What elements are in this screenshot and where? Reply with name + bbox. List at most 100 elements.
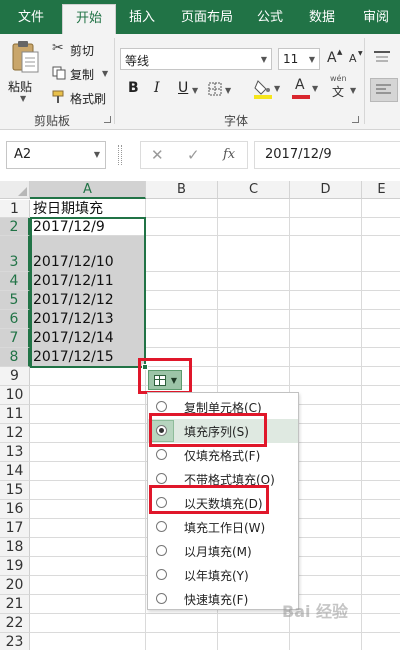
caret-down-icon: ▼ xyxy=(358,50,363,57)
row-header-10[interactable]: 10 xyxy=(0,386,30,405)
column-header-b[interactable]: B xyxy=(146,181,218,199)
chevron-down-icon: ▼ xyxy=(225,86,232,95)
row-header-19[interactable]: 19 xyxy=(0,557,30,576)
watermark: Bai 经验 xyxy=(282,602,349,621)
radio-icon xyxy=(156,569,167,580)
tab-file[interactable]: 文件 xyxy=(0,0,62,34)
name-box[interactable]: A2 ▼ xyxy=(6,141,106,169)
cell-a1[interactable]: 按日期填充 xyxy=(31,200,145,218)
row-header-2[interactable]: 2 xyxy=(0,218,30,236)
row-header-8[interactable]: 8 xyxy=(0,348,30,367)
row-header-3[interactable]: 3 xyxy=(0,236,30,272)
group-divider xyxy=(364,38,365,124)
row-header-4[interactable]: 4 xyxy=(0,272,30,291)
dialog-launcher-icon[interactable] xyxy=(104,116,111,123)
tab-data[interactable]: 数据 xyxy=(296,0,348,34)
chevron-down-icon: ▼ xyxy=(312,84,319,93)
chevron-down-icon: ▼ xyxy=(102,69,109,78)
row-header-22[interactable]: 22 xyxy=(0,614,30,633)
font-size-value: 11 xyxy=(283,52,299,66)
format-painter-label: 格式刷 xyxy=(70,92,107,106)
menu-item-label: 以月填充(M) xyxy=(184,545,252,559)
row-header-14[interactable]: 14 xyxy=(0,462,30,481)
font-name-select[interactable]: 等线 ▼ xyxy=(120,48,272,70)
font-color-button[interactable]: A ▼ xyxy=(292,77,322,100)
clipboard-group-label: 剪贴板 xyxy=(34,114,71,128)
row-header-9[interactable]: 9 xyxy=(0,367,30,386)
tab-home[interactable]: 开始 xyxy=(62,4,116,34)
chevron-down-icon[interactable]: ▼ xyxy=(192,86,198,95)
insert-function-icon[interactable]: fx xyxy=(223,147,235,162)
row-header-18[interactable]: 18 xyxy=(0,538,30,557)
menu-item-label: 仅填充格式(F) xyxy=(184,449,261,463)
align-top-button[interactable] xyxy=(370,48,394,70)
cancel-icon[interactable]: ✕ xyxy=(151,146,164,164)
column-header-a[interactable]: A xyxy=(30,181,146,199)
menu-item-flash-fill[interactable]: 快速填充(F) xyxy=(148,587,298,611)
bold-button[interactable]: B xyxy=(128,80,139,96)
clipboard-icon xyxy=(12,41,39,73)
shrink-font-icon: A xyxy=(349,52,357,65)
selection-border xyxy=(30,217,146,368)
font-color-swatch xyxy=(292,95,310,99)
dialog-launcher-icon[interactable] xyxy=(352,116,359,123)
menu-item-fill-years[interactable]: 以年填充(Y) xyxy=(148,563,298,587)
menu-item-fill-weekdays[interactable]: 填充工作日(W) xyxy=(148,515,298,539)
font-name-value: 等线 xyxy=(125,54,150,68)
phonetic-button[interactable]: wén 文 ▼ xyxy=(330,74,360,100)
highlight-box-fill-series xyxy=(149,413,267,447)
row-header-23[interactable]: 23 xyxy=(0,633,30,650)
row-header-15[interactable]: 15 xyxy=(0,481,30,500)
menu-item-fill-months[interactable]: 以月填充(M) xyxy=(148,539,298,563)
splitter-handle[interactable] xyxy=(118,145,122,165)
grow-font-button[interactable]: A ▲ xyxy=(326,48,344,68)
cut-button[interactable]: ✂ 剪切 xyxy=(50,40,110,60)
underline-button[interactable]: U xyxy=(178,80,188,96)
paste-button[interactable]: 粘贴 ▼ xyxy=(6,38,44,103)
row-header-5[interactable]: 5 xyxy=(0,291,30,310)
borders-button[interactable]: ▼ xyxy=(208,80,234,98)
menu-item-label: 填充工作日(W) xyxy=(184,521,266,535)
font-size-select[interactable]: 11 ▼ xyxy=(278,48,320,70)
column-header-d[interactable]: D xyxy=(290,181,362,199)
column-header-e[interactable]: E xyxy=(362,181,400,199)
italic-button[interactable]: I xyxy=(154,80,160,96)
row-header-7[interactable]: 7 xyxy=(0,329,30,348)
format-painter-button[interactable]: 格式刷 xyxy=(50,88,112,108)
radio-icon xyxy=(156,545,167,556)
chevron-down-icon[interactable]: ▼ xyxy=(94,142,100,168)
row-header-16[interactable]: 16 xyxy=(0,500,30,519)
menu-item-label: 快速填充(F) xyxy=(184,593,249,607)
tab-review[interactable]: 审阅 xyxy=(352,0,400,34)
align-left-button[interactable] xyxy=(370,78,398,102)
tab-formulas[interactable]: 公式 xyxy=(248,0,292,34)
tab-page-layout[interactable]: 页面布局 xyxy=(168,0,246,34)
chevron-down-icon: ▼ xyxy=(260,55,267,64)
copy-button[interactable]: 复制 ▼ xyxy=(50,64,112,84)
highlight-box-autofill-button xyxy=(138,358,192,394)
ribbon-tab-bar: 文件 开始 插入 页面布局 公式 数据 审阅 xyxy=(0,0,400,34)
ribbon-home: 粘贴 ▼ ✂ 剪切 复制 ▼ 格式刷 剪贴板 等线 ▼ 11 ▼ A ▲ A ▼ xyxy=(0,34,400,130)
row-header-12[interactable]: 12 xyxy=(0,424,30,443)
row-header-20[interactable]: 20 xyxy=(0,576,30,595)
row-header-11[interactable]: 11 xyxy=(0,405,30,424)
row-header-6[interactable]: 6 xyxy=(0,310,30,329)
chevron-down-icon: ▼ xyxy=(350,86,357,95)
fill-color-button[interactable]: ▼ xyxy=(254,78,284,100)
row-header-21[interactable]: 21 xyxy=(0,595,30,614)
font-color-icon: A xyxy=(295,77,305,93)
border-grid-icon xyxy=(208,82,222,96)
chevron-down-icon: ▼ xyxy=(20,94,27,103)
row-header-13[interactable]: 13 xyxy=(0,443,30,462)
row-header-1[interactable]: 1 xyxy=(0,200,30,218)
select-all-button[interactable] xyxy=(0,181,30,199)
tab-insert[interactable]: 插入 xyxy=(118,0,166,34)
fill-color-swatch xyxy=(254,95,272,99)
gridline xyxy=(30,632,400,633)
menu-item-label: 以年填充(Y) xyxy=(184,569,249,583)
formula-input[interactable]: 2017/12/9 xyxy=(254,141,400,169)
formula-bar: A2 ▼ ✕ ✓ fx 2017/12/9 xyxy=(0,131,400,181)
column-header-c[interactable]: C xyxy=(218,181,290,199)
row-header-17[interactable]: 17 xyxy=(0,519,30,538)
enter-icon[interactable]: ✓ xyxy=(187,146,200,164)
